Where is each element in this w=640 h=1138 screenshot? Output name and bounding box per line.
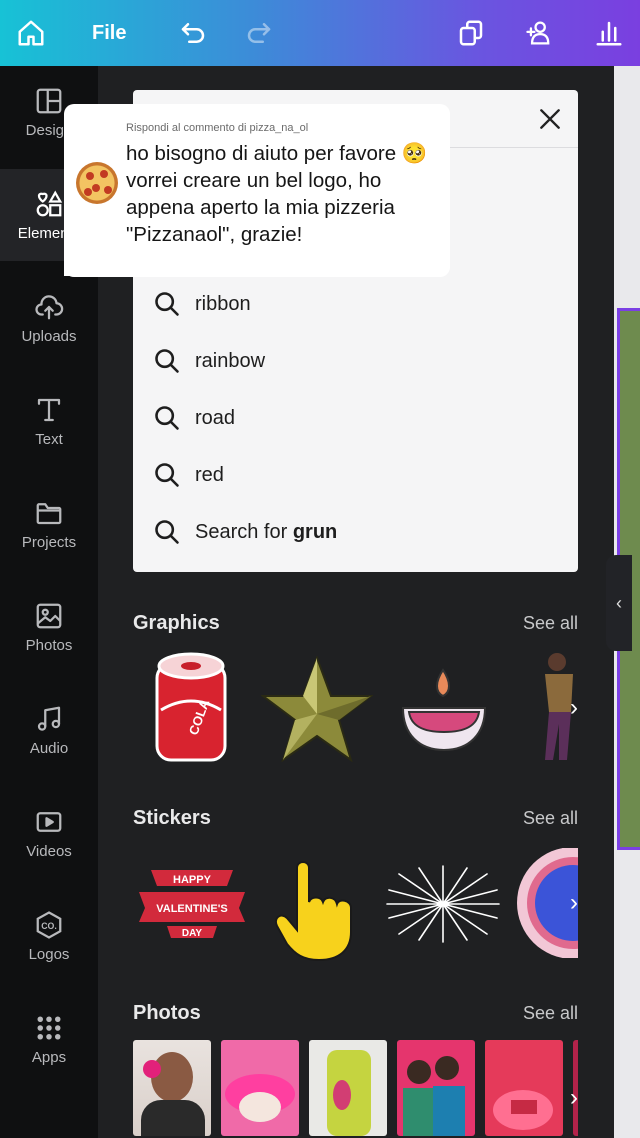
search-icon [155,463,179,487]
avatar [76,162,118,204]
search-term: grun [292,520,338,543]
bar-chart-icon [596,21,622,46]
sidebar-item-logos[interactable]: CO. Logos [0,890,98,982]
chevron-right-icon: › [570,889,578,916]
undo-icon [181,23,205,43]
stickers-next-button[interactable]: › [560,889,588,917]
see-all-photos-link[interactable]: See all [523,1003,578,1024]
duplicate-page-button[interactable] [454,13,488,53]
see-all-graphics-link[interactable]: See all [523,613,578,634]
suggestion-item[interactable]: rainbow [153,341,553,381]
app-root: { "topbar": { "file_label": "File" }, "s… [0,0,640,1138]
sidebar-item-label: Audio [29,739,69,757]
svg-text:DAY: DAY [182,928,203,939]
folder-icon [36,502,62,524]
photo-thumbnail[interactable] [397,1040,475,1136]
close-search-button[interactable] [537,106,563,132]
photo-thumbnail[interactable] [309,1040,387,1136]
search-icon [155,292,179,316]
comment-header: Rispondi al commento di pizza_na_ol [126,122,309,134]
section-title-photos: Photos [133,1002,201,1024]
photos-row [133,1040,578,1136]
logo-icon: CO. [36,910,62,939]
section-title-stickers: Stickers [133,807,211,829]
collapse-panel-button[interactable]: ‹ [606,555,632,651]
redo-button[interactable] [242,13,276,53]
file-menu-button[interactable]: File [92,13,126,53]
photo-thumbnail[interactable] [485,1040,563,1136]
suggestion-label: road [195,406,236,429]
svg-text:VALENTINE'S: VALENTINE'S [156,903,227,915]
see-all-stickers-link[interactable]: See all [523,808,578,829]
video-icon [36,811,62,832]
shapes-icon [36,189,63,216]
image-icon [36,603,62,628]
comment-text: ho bisogno di aiuto per favore 🥺 vorrei … [126,142,428,246]
chevron-right-icon: › [570,1084,578,1111]
chevron-left-icon: ‹ [616,592,622,613]
share-button[interactable] [520,13,558,53]
suggestion-item[interactable]: road [153,398,553,438]
valentines-ribbon-sticker[interactable]: HAPPY VALENTINE'S DAY [137,864,247,940]
sidebar-item-label: Apps [31,1048,67,1066]
suggestion-label: rainbow [195,349,266,372]
search-icon [155,406,179,430]
home-icon [18,20,44,46]
layout-icon [36,88,62,113]
pointing-hand-sticker[interactable] [273,858,359,962]
pages-icon [459,20,483,46]
section-title-graphics: Graphics [133,612,220,634]
graphics-next-button[interactable]: › [560,694,588,722]
sidebar-item-videos[interactable]: Videos [0,787,98,879]
photos-next-button[interactable]: › [560,1084,588,1112]
starburst-sticker[interactable] [385,864,501,944]
sidebar-item-label: Videos [26,842,72,860]
svg-text:HAPPY: HAPPY [173,874,212,886]
search-icon [155,520,179,544]
photo-thumbnail[interactable] [133,1040,211,1136]
undo-button[interactable] [176,13,210,53]
comment-bubble: Rispondi al commento di pizza_na_ol ho b… [64,104,450,277]
chevron-right-icon: › [570,694,578,721]
stickers-row: HAPPY VALENTINE'S DAY [133,848,578,964]
close-icon [540,109,560,129]
photo-thumbnail[interactable] [221,1040,299,1136]
cloud-upload-icon [35,294,64,319]
add-user-icon [526,21,550,45]
sidebar-item-label: Logos [28,945,70,963]
graphics-row: COLA [133,648,578,768]
suggestion-label: ribbon [195,292,251,315]
redo-icon [247,23,271,43]
sidebar-item-audio[interactable]: Audio [0,684,98,776]
top-toolbar: File [0,0,640,66]
suggestion-label: red [195,463,224,486]
music-icon [37,706,61,731]
sidebar-item-apps[interactable]: Apps [0,993,98,1085]
sidebar-item-text[interactable]: Text [0,375,98,467]
suggestion-item[interactable]: red [153,455,553,495]
search-for-item[interactable]: Search for grun [153,512,553,552]
candle-graphic[interactable] [399,668,489,754]
sidebar-item-projects[interactable]: Projects [0,478,98,570]
search-icon [155,349,179,373]
sidebar-item-label: Uploads [21,327,77,345]
cola-can-graphic[interactable]: COLA [151,650,231,766]
sidebar-item-label: Text [35,430,63,448]
sidebar-item-label: Projects [21,533,77,551]
text-icon [37,398,61,421]
insights-button[interactable] [592,13,626,53]
sidebar-item-label: Photos [25,636,73,654]
sidebar-item-photos[interactable]: Photos [0,581,98,673]
gold-star-graphic[interactable] [261,656,373,762]
apps-grid-icon [37,1016,61,1039]
suggestion-item[interactable]: ribbon [153,284,553,324]
svg-text:CO.: CO. [41,920,57,930]
search-for-label: Search for [195,520,293,543]
sidebar-item-uploads[interactable]: Uploads [0,272,98,364]
home-button[interactable] [14,13,48,53]
